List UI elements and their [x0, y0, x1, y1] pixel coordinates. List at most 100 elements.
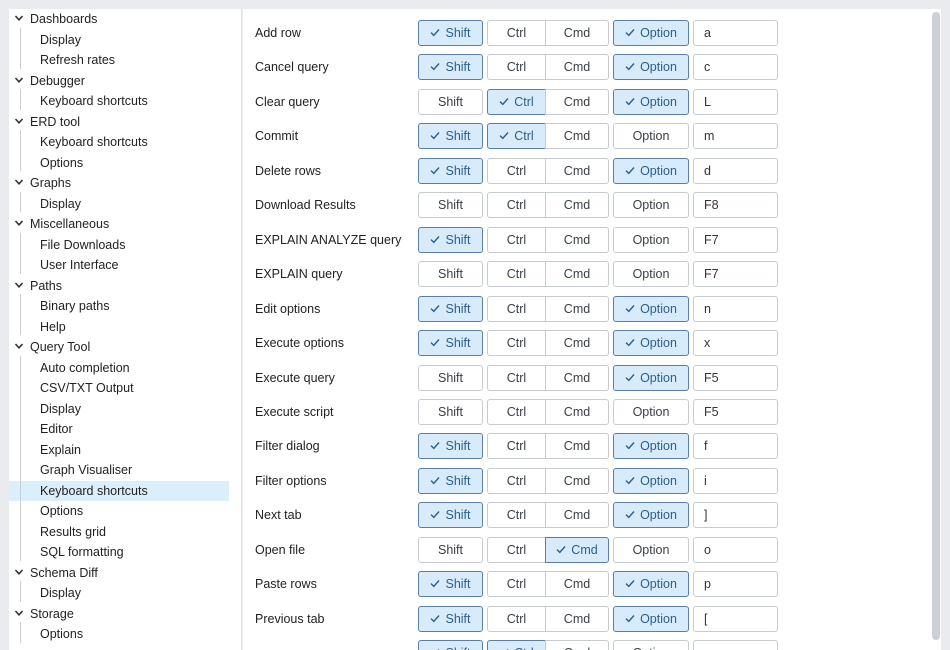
cmd-toggle-button[interactable]: Cmd [545, 54, 609, 81]
tree-item-erd-tool-options[interactable]: Options [9, 153, 229, 173]
tree-group-paths[interactable]: Paths [9, 276, 229, 296]
ctrl-toggle-button[interactable]: Ctrl [487, 88, 546, 115]
chevron-down-icon[interactable] [14, 567, 24, 577]
chevron-down-icon[interactable] [14, 608, 24, 618]
cmd-toggle-button[interactable]: Cmd [545, 330, 609, 357]
tree-item-storage-options[interactable]: Options [9, 624, 229, 644]
ctrl-toggle-button[interactable]: Ctrl [487, 261, 546, 288]
main-scrollbar[interactable] [932, 12, 940, 640]
tree-group-storage[interactable]: Storage [9, 604, 229, 624]
tree-group-schema-diff[interactable]: Schema Diff [9, 563, 229, 583]
tree-item-debugger-keyboard-shortcuts[interactable]: Keyboard shortcuts [9, 91, 229, 111]
shortcut-key-input[interactable]: L [693, 88, 778, 115]
chevron-down-icon[interactable] [14, 177, 24, 187]
shift-toggle-button[interactable]: Shift [418, 571, 483, 598]
tree-group-query-tool[interactable]: Query Tool [9, 337, 229, 357]
tree-item-query-tool-options[interactable]: Options [9, 501, 229, 521]
option-toggle-button[interactable]: Option [613, 398, 689, 425]
ctrl-toggle-button[interactable]: Ctrl [487, 433, 546, 460]
ctrl-toggle-button[interactable]: Ctrl [487, 398, 546, 425]
option-toggle-button[interactable]: Option [613, 295, 689, 322]
ctrl-toggle-button[interactable]: Ctrl [487, 502, 546, 529]
chevron-down-icon[interactable] [14, 218, 24, 228]
tree-item-dashboards-display[interactable]: Display [9, 30, 229, 50]
option-toggle-button[interactable]: Option [613, 502, 689, 529]
shift-toggle-button[interactable]: Shift [418, 157, 483, 184]
shortcut-key-input[interactable]: F7 [693, 226, 778, 253]
shift-toggle-button[interactable]: Shift [418, 54, 483, 81]
ctrl-toggle-button[interactable]: Ctrl [487, 192, 546, 219]
shortcut-key-input[interactable]: x [693, 330, 778, 357]
shift-toggle-button[interactable]: Shift [418, 433, 483, 460]
shortcut-key-input[interactable]: i [693, 467, 778, 494]
cmd-toggle-button[interactable]: Cmd [545, 605, 609, 632]
shift-toggle-button[interactable]: Shift [418, 330, 483, 357]
tree-group-debugger[interactable]: Debugger [9, 71, 229, 91]
tree-item-query-tool-keyboard-shortcuts[interactable]: Keyboard shortcuts [9, 480, 229, 501]
tree-item-query-tool-csv-txt-output[interactable]: CSV/TXT Output [9, 378, 229, 398]
tree-group-erd-tool[interactable]: ERD tool [9, 112, 229, 132]
ctrl-toggle-button[interactable]: Ctrl [487, 467, 546, 494]
option-toggle-button[interactable]: Option [613, 261, 689, 288]
tree-item-paths-binary-paths[interactable]: Binary paths [9, 296, 229, 316]
tree-group-dashboards[interactable]: Dashboards [9, 9, 229, 29]
shift-toggle-button[interactable]: Shift [418, 467, 483, 494]
option-toggle-button[interactable]: Option [613, 330, 689, 357]
tree-item-schema-diff-display[interactable]: Display [9, 583, 229, 603]
chevron-down-icon[interactable] [14, 280, 24, 290]
ctrl-toggle-button[interactable]: Ctrl [487, 364, 546, 391]
shortcut-key-input[interactable]: [ [693, 605, 778, 632]
tree-item-query-tool-display[interactable]: Display [9, 399, 229, 419]
shortcut-key-input[interactable]: p [693, 571, 778, 598]
cmd-toggle-button[interactable]: Cmd [545, 571, 609, 598]
shortcut-key-input[interactable]: c [693, 54, 778, 81]
tree-item-miscellaneous-user-interface[interactable]: User Interface [9, 255, 229, 275]
shortcut-key-input[interactable]: n [693, 295, 778, 322]
ctrl-toggle-button[interactable]: Ctrl [487, 295, 546, 322]
cmd-toggle-button[interactable]: Cmd [545, 295, 609, 322]
cmd-toggle-button[interactable]: Cmd [545, 536, 609, 563]
shift-toggle-button[interactable]: Shift [418, 605, 483, 632]
shortcut-key-input[interactable]: o [693, 536, 778, 563]
shortcut-key-input[interactable] [693, 640, 778, 650]
shift-toggle-button[interactable]: Shift [418, 20, 483, 46]
cmd-toggle-button[interactable]: Cmd [545, 88, 609, 115]
shift-toggle-button[interactable]: Shift [418, 295, 483, 322]
ctrl-toggle-button[interactable]: Ctrl [487, 123, 546, 150]
option-toggle-button[interactable]: Option [613, 571, 689, 598]
cmd-toggle-button[interactable]: Cmd [545, 192, 609, 219]
option-toggle-button[interactable]: Option [613, 605, 689, 632]
cmd-toggle-button[interactable]: Cmd [545, 261, 609, 288]
option-toggle-button[interactable]: Option [613, 54, 689, 81]
tree-group-miscellaneous[interactable]: Miscellaneous [9, 214, 229, 234]
shortcut-key-input[interactable]: f [693, 433, 778, 460]
sidebar-scrollbar[interactable] [241, 150, 242, 650]
ctrl-toggle-button[interactable]: Ctrl [487, 54, 546, 81]
shortcut-key-input[interactable]: m [693, 123, 778, 150]
tree-group-graphs[interactable]: Graphs [9, 173, 229, 193]
option-toggle-button[interactable]: Option [613, 123, 689, 150]
ctrl-toggle-button[interactable]: Ctrl [487, 571, 546, 598]
shortcut-key-input[interactable]: F8 [693, 192, 778, 219]
shortcut-key-input[interactable]: ] [693, 502, 778, 529]
shift-toggle-button[interactable]: Shift [418, 398, 483, 425]
shortcut-key-input[interactable]: d [693, 157, 778, 184]
chevron-down-icon[interactable] [14, 116, 24, 126]
cmd-toggle-button[interactable]: Cmd [545, 226, 609, 253]
cmd-toggle-button[interactable]: Cmd [545, 433, 609, 460]
shift-toggle-button[interactable]: Shift [418, 261, 483, 288]
option-toggle-button[interactable]: Option [613, 433, 689, 460]
tree-item-query-tool-results-grid[interactable]: Results grid [9, 522, 229, 542]
tree-item-paths-help[interactable]: Help [9, 317, 229, 337]
cmd-toggle-button[interactable]: Cmd [545, 123, 609, 150]
shift-toggle-button[interactable]: Shift [418, 226, 483, 253]
tree-item-miscellaneous-file-downloads[interactable]: File Downloads [9, 235, 229, 255]
chevron-down-icon[interactable] [14, 13, 24, 23]
tree-item-dashboards-refresh-rates[interactable]: Refresh rates [9, 50, 229, 70]
cmd-toggle-button[interactable]: Cmd [545, 467, 609, 494]
option-toggle-button[interactable]: Option [613, 640, 689, 650]
cmd-toggle-button[interactable]: Cmd [545, 640, 609, 650]
shortcut-key-input[interactable]: F5 [693, 398, 778, 425]
option-toggle-button[interactable]: Option [613, 192, 689, 219]
ctrl-toggle-button[interactable]: Ctrl [487, 536, 546, 563]
